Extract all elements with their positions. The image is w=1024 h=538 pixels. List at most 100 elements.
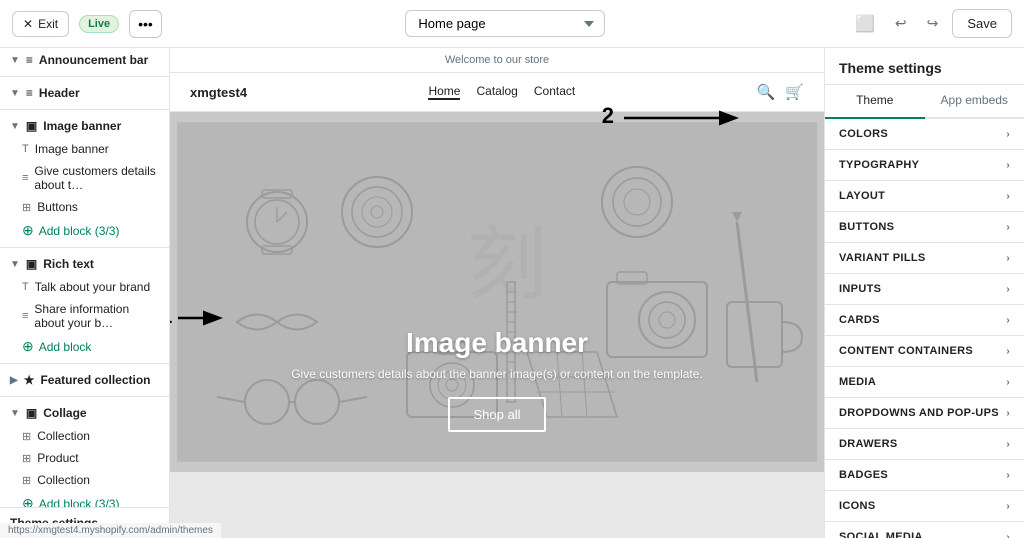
chevron-right-icon: › (1006, 439, 1010, 450)
tab-app-embeds[interactable]: App embeds (925, 85, 1024, 117)
sidebar-child-label: Buttons (37, 200, 78, 214)
chevron-right-icon: › (1006, 532, 1010, 538)
sidebar-item-product[interactable]: ⊞ Product (0, 447, 169, 469)
section-icon: ▣ (26, 119, 37, 133)
desktop-preview-button[interactable]: ⬜ (849, 8, 881, 40)
sidebar-item-image-banner-group[interactable]: ▼ ▣ Image banner (0, 114, 169, 138)
image-banner-preview: 刻 Image banner Give customers details ab… (170, 112, 824, 472)
settings-label: DROPDOWNS AND POP-UPS (839, 407, 999, 419)
add-block-rich-text[interactable]: ⊕ Add block (0, 334, 169, 359)
nav-link-catalog[interactable]: Catalog (476, 84, 517, 100)
settings-typography[interactable]: TYPOGRAPHY › (825, 150, 1024, 181)
sidebar-item-share-info[interactable]: ≡ Share information about your b… (0, 298, 169, 334)
settings-label: MEDIA (839, 376, 876, 388)
chevron-right-icon: › (1006, 346, 1010, 357)
page-select[interactable]: Home page (405, 10, 605, 37)
sidebar-label: Header (39, 86, 80, 100)
sidebar-item-collection-2[interactable]: ⊞ Collection (0, 469, 169, 491)
exit-label: Exit (38, 17, 58, 31)
settings-inputs[interactable]: INPUTS › (825, 274, 1024, 305)
sidebar-item-buttons[interactable]: ⊞ Buttons (0, 196, 169, 218)
cart-icon[interactable]: 🛒 (785, 83, 804, 101)
toggle-icon: ▼ (10, 408, 20, 419)
sidebar-item-give-customers[interactable]: ≡ Give customers details about t… (0, 160, 169, 196)
sidebar-child-label: Product (37, 451, 78, 465)
chevron-right-icon: › (1006, 470, 1010, 481)
section-icon: ≡ (26, 53, 33, 67)
exit-button[interactable]: ✕ Exit (12, 11, 69, 37)
settings-badges[interactable]: BADGES › (825, 460, 1024, 491)
settings-label: ICONS (839, 500, 876, 512)
settings-cards[interactable]: CARDS › (825, 305, 1024, 336)
top-bar-left: ✕ Exit Live ••• (12, 10, 162, 38)
tab-theme[interactable]: Theme (825, 85, 925, 119)
settings-label: TYPOGRAPHY (839, 159, 919, 171)
url-bar: https://xmgtest4.myshopify.com/admin/the… (0, 523, 221, 538)
settings-label: INPUTS (839, 283, 881, 295)
settings-label: CARDS (839, 314, 880, 326)
settings-layout[interactable]: LAYOUT › (825, 181, 1024, 212)
plus-icon: ⊕ (22, 222, 34, 239)
settings-label: BUTTONS (839, 221, 894, 233)
right-panel-tabs: Theme App embeds (825, 85, 1024, 119)
nav-link-contact[interactable]: Contact (534, 84, 575, 100)
chevron-right-icon: › (1006, 377, 1010, 388)
sidebar-item-rich-text-group[interactable]: ▼ ▣ Rich text (0, 252, 169, 276)
section-icon: ▣ (26, 406, 37, 420)
top-bar: ✕ Exit Live ••• Home page ⬜ ↩ ↪ Save (0, 0, 1024, 48)
star-icon: ★ (24, 373, 35, 387)
sidebar-label: Featured collection (40, 373, 150, 387)
list-icon: ≡ (22, 172, 28, 184)
save-button[interactable]: Save (952, 9, 1012, 38)
add-block-image-banner[interactable]: ⊕ Add block (3/3) (0, 218, 169, 243)
chevron-right-icon: › (1006, 160, 1010, 171)
settings-media[interactable]: MEDIA › (825, 367, 1024, 398)
sidebar-item-talk-about[interactable]: T Talk about your brand (0, 276, 169, 298)
sidebar-item-collage-group[interactable]: ▼ ▣ Collage (0, 401, 169, 425)
section-icon: ▣ (26, 257, 37, 271)
section-icon: ≡ (26, 86, 33, 100)
sidebar-label: Rich text (43, 257, 94, 271)
sidebar-item-image-banner[interactable]: T Image banner (0, 138, 169, 160)
settings-colors[interactable]: COLORS › (825, 119, 1024, 150)
chevron-right-icon: › (1006, 129, 1010, 140)
toggle-icon: ▼ (10, 121, 20, 132)
chevron-right-icon: › (1006, 315, 1010, 326)
store-logo: xmgtest4 (190, 85, 247, 100)
settings-list: COLORS › TYPOGRAPHY › LAYOUT › BUTTONS ›… (825, 119, 1024, 538)
more-options-button[interactable]: ••• (129, 10, 162, 38)
top-bar-right: ⬜ ↩ ↪ Save (849, 8, 1012, 40)
settings-buttons[interactable]: BUTTONS › (825, 212, 1024, 243)
toggle-icon: ▼ (10, 55, 20, 66)
add-block-label: Add block (3/3) (39, 224, 120, 238)
plus-icon: ⊕ (22, 338, 34, 355)
settings-variant-pills[interactable]: VARIANT PILLS › (825, 243, 1024, 274)
settings-label: BADGES (839, 469, 888, 481)
settings-dropdowns-pop-ups[interactable]: DROPDOWNS AND POP-UPS › (825, 398, 1024, 429)
banner-content: Image banner Give customers details abou… (291, 327, 703, 432)
sidebar: ▼ ≡ Announcement bar ▼ ≡ Header ▼ ▣ Imag… (0, 48, 170, 538)
settings-label: DRAWERS (839, 438, 898, 450)
redo-button[interactable]: ↪ (921, 11, 945, 36)
preview-area: 1 2 Welcome to our store xmgtest4 Home C… (170, 48, 824, 538)
sidebar-item-announcement-bar[interactable]: ▼ ≡ Announcement bar (0, 48, 169, 72)
settings-drawers[interactable]: DRAWERS › (825, 429, 1024, 460)
right-panel: Theme settings Theme App embeds COLORS ›… (824, 48, 1024, 538)
settings-label: COLORS (839, 128, 888, 140)
sidebar-child-label: Collection (37, 429, 90, 443)
settings-content-containers[interactable]: CONTENT CONTAINERS › (825, 336, 1024, 367)
sidebar-label: Image banner (43, 119, 121, 133)
undo-button[interactable]: ↩ (889, 11, 913, 36)
sidebar-label: Announcement bar (39, 53, 148, 67)
sidebar-item-header[interactable]: ▼ ≡ Header (0, 81, 169, 105)
shop-all-button[interactable]: Shop all (448, 397, 547, 432)
settings-icons[interactable]: ICONS › (825, 491, 1024, 522)
banner-subtitle: Give customers details about the banner … (291, 367, 703, 381)
grid-icon: ⊞ (22, 201, 31, 214)
sidebar-item-featured-collection[interactable]: ▶ ★ Featured collection (0, 368, 169, 392)
sidebar-item-collection-1[interactable]: ⊞ Collection (0, 425, 169, 447)
search-icon[interactable]: 🔍 (757, 83, 776, 101)
settings-social-media[interactable]: SOCIAL MEDIA › (825, 522, 1024, 538)
chevron-right-icon: › (1006, 284, 1010, 295)
nav-link-home[interactable]: Home (428, 84, 460, 100)
